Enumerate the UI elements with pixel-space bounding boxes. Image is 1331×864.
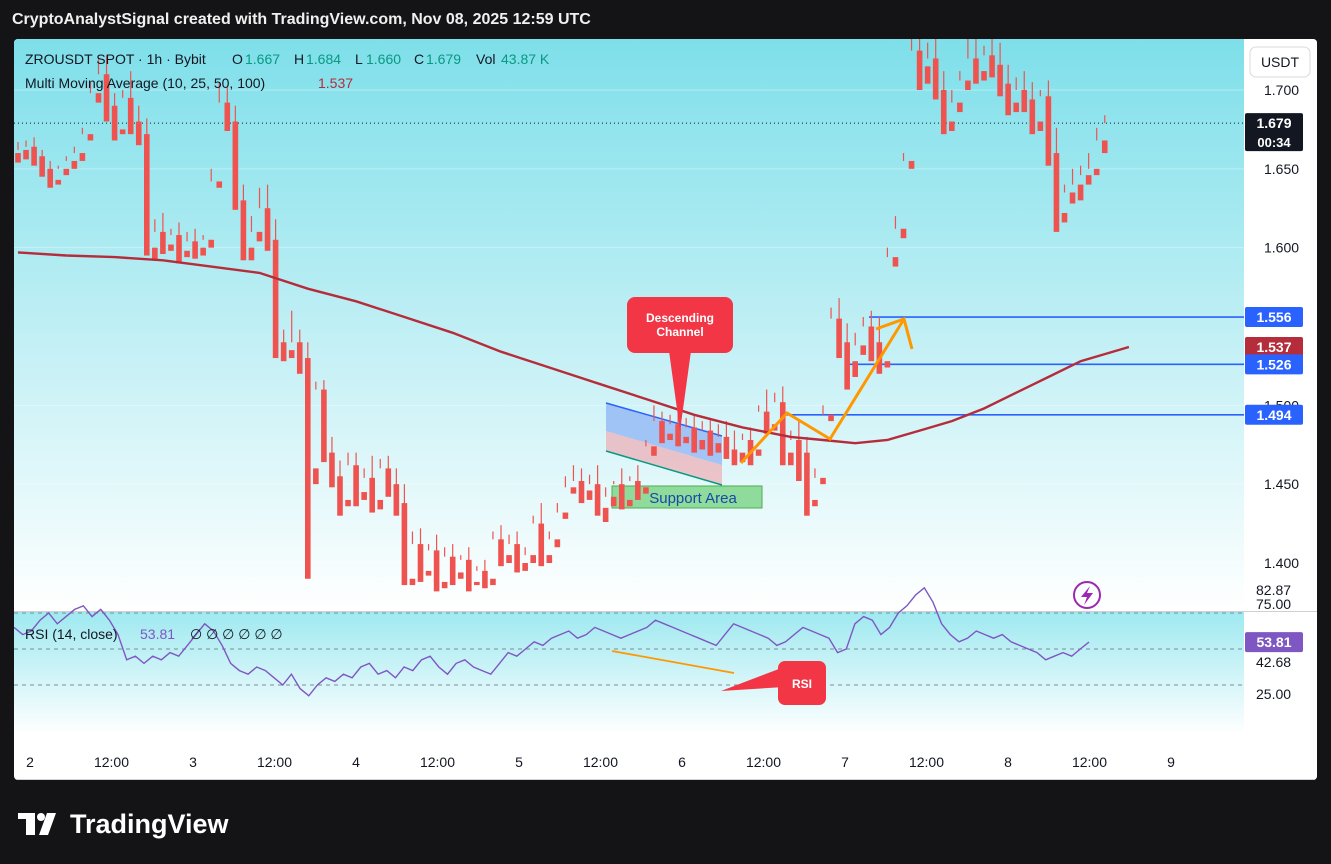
candle bbox=[305, 342, 311, 579]
currency-label: USDT bbox=[1261, 54, 1300, 70]
price-tick-label: 1.600 bbox=[1264, 240, 1299, 256]
level-2-badge: 1.526 bbox=[1256, 356, 1291, 372]
attribution-text: CryptoAnalystSignal created with Trading… bbox=[12, 11, 591, 28]
time-tick-label: 12:00 bbox=[746, 754, 781, 770]
countdown-badge: 00:34 bbox=[1257, 135, 1291, 150]
close-value: 1.679 bbox=[426, 51, 461, 67]
time-tick-label: 12:00 bbox=[257, 754, 292, 770]
level-1-badge: 1.556 bbox=[1256, 309, 1291, 325]
time-tick-label: 3 bbox=[189, 754, 197, 770]
rsi-value-badge: 53.81 bbox=[1256, 634, 1291, 650]
candle bbox=[272, 219, 279, 359]
rsi-legend-extras: ∅ ∅ ∅ ∅ ∅ ∅ bbox=[190, 626, 283, 642]
ma-badge: 1.537 bbox=[1256, 339, 1291, 355]
time-tick-label: 7 bbox=[841, 754, 849, 770]
time-tick-label: 2 bbox=[26, 754, 34, 770]
rsi-tick-label: 42.68 bbox=[1256, 654, 1291, 670]
low-value: 1.660 bbox=[366, 51, 401, 67]
level-3-badge: 1.494 bbox=[1256, 407, 1291, 423]
time-tick-label: 12:00 bbox=[583, 754, 618, 770]
time-tick-label: 12:00 bbox=[420, 754, 455, 770]
callout-text-line1: Descending bbox=[646, 311, 714, 325]
open-value: 1.667 bbox=[245, 51, 280, 67]
brand-name: TradingView bbox=[70, 808, 229, 839]
time-tick-label: 6 bbox=[678, 754, 686, 770]
close-label: C bbox=[414, 51, 424, 67]
volume-value: 43.87 K bbox=[501, 51, 550, 67]
time-tick-label: 12:00 bbox=[1072, 754, 1107, 770]
attribution-header: CryptoAnalystSignal created with Trading… bbox=[0, 0, 1331, 40]
time-tick-label: 12:00 bbox=[94, 754, 129, 770]
candle bbox=[321, 380, 327, 463]
time-axis[interactable]: 2 12:00 3 12:00 4 12:00 5 12:00 6 12:00 7 12:00 8 12:… bbox=[26, 754, 1175, 770]
currency-button[interactable]: USDT bbox=[1249, 46, 1311, 78]
rsi-legend-label: RSI (14, close) bbox=[25, 626, 118, 642]
time-tick-label: 12:00 bbox=[909, 754, 944, 770]
high-label: H bbox=[294, 51, 304, 67]
tradingview-logo-icon bbox=[18, 811, 62, 837]
callout-text-line2: Channel bbox=[656, 325, 703, 339]
time-tick-label: 4 bbox=[352, 754, 360, 770]
rsi-legend: RSI (14, close) 53.81 ∅ ∅ ∅ ∅ ∅ ∅ bbox=[25, 626, 283, 642]
ma-legend-label: Multi Moving Average (10, 25, 50, 100) bbox=[25, 75, 265, 91]
candle bbox=[144, 118, 150, 256]
rsi-legend-value: 53.81 bbox=[140, 626, 175, 642]
tradingview-footer: TradingView bbox=[18, 804, 229, 844]
price-tick-label: 1.650 bbox=[1264, 161, 1299, 177]
time-tick-label: 8 bbox=[1004, 754, 1012, 770]
chart-frame[interactable]: Support Area Descending Channel RSI ZROU… bbox=[14, 39, 1317, 780]
price-chart[interactable]: Support Area Descending Channel RSI ZROU… bbox=[14, 39, 1317, 780]
last-price-badge: 1.679 bbox=[1256, 115, 1291, 131]
support-area-label: Support Area bbox=[649, 490, 737, 507]
ma-legend-value: 1.537 bbox=[318, 75, 353, 91]
high-value: 1.684 bbox=[306, 51, 341, 67]
open-label: O bbox=[232, 51, 243, 67]
time-tick-label: 5 bbox=[515, 754, 523, 770]
volume-label: Vol bbox=[476, 51, 495, 67]
price-tick-label: 1.700 bbox=[1264, 82, 1299, 98]
rsi-callout-text: RSI bbox=[792, 677, 812, 691]
time-tick-label: 9 bbox=[1167, 754, 1175, 770]
price-tick-label: 1.450 bbox=[1264, 476, 1299, 492]
price-tick-label: 1.400 bbox=[1264, 555, 1299, 571]
low-label: L bbox=[355, 51, 363, 67]
rsi-tick-label: 75.00 bbox=[1256, 596, 1291, 612]
rsi-tick-label: 25.00 bbox=[1256, 686, 1291, 702]
symbol-label: ZROUSDT SPOT · 1h · Bybit bbox=[25, 51, 206, 67]
